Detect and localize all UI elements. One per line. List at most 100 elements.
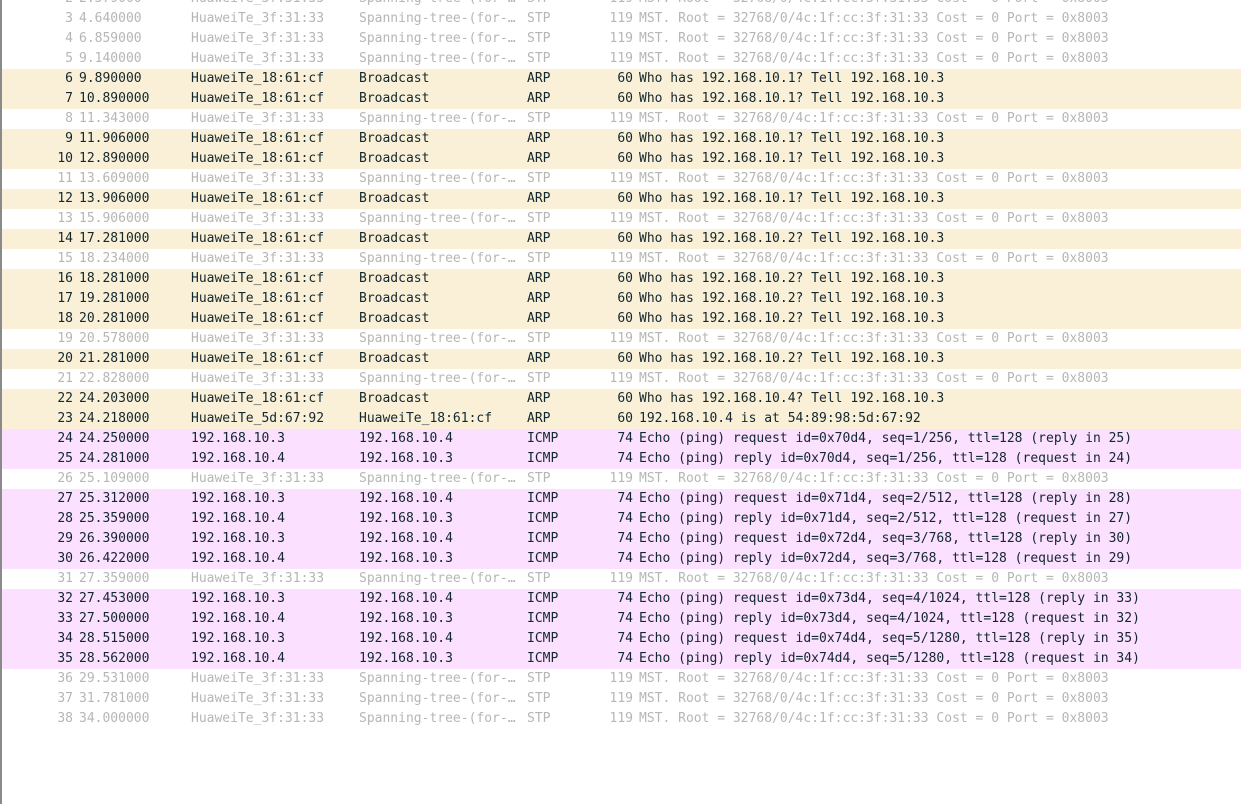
packet-time: 27.500000	[79, 611, 150, 626]
packet-length: 60	[617, 351, 633, 366]
packet-time: 29.531000	[79, 671, 150, 686]
packet-time: 24.203000	[79, 391, 150, 406]
packet-protocol: STP	[527, 711, 551, 726]
packet-protocol: STP	[527, 0, 587, 9]
packet-row[interactable]: 12 13.906000 HuaweiTe_18:61:cf Broadcast…	[2, 189, 1241, 209]
packet-row[interactable]: 17 19.281000 HuaweiTe_18:61:cf Broadcast…	[2, 289, 1241, 309]
packet-destination: Spanning-tree-(for-…	[359, 51, 516, 66]
packet-length: 119	[609, 11, 633, 26]
packet-number: 21	[57, 371, 73, 386]
packet-row[interactable]: 33 27.500000 192.168.10.4 192.168.10.3 I…	[2, 609, 1241, 629]
packet-number: 9	[65, 131, 73, 146]
packet-row[interactable]: 19 20.578000 HuaweiTe_3f:31:33 Spanning-…	[2, 329, 1241, 349]
packet-destination: 192.168.10.3	[359, 451, 453, 466]
packet-source: HuaweiTe_18:61:cf	[191, 91, 325, 106]
packet-row[interactable]: 20 21.281000 HuaweiTe_18:61:cf Broadcast…	[2, 349, 1241, 369]
packet-time: 21.281000	[79, 351, 150, 366]
packet-row[interactable]: 16 18.281000 HuaweiTe_18:61:cf Broadcast…	[2, 269, 1241, 289]
packet-row[interactable]: 26 25.109000 HuaweiTe_3f:31:33 Spanning-…	[2, 469, 1241, 489]
packet-source: HuaweiTe_3f:31:33	[191, 211, 325, 226]
packet-source: HuaweiTe_3f:31:33	[191, 0, 351, 9]
packet-source: HuaweiTe_3f:31:33	[191, 671, 325, 686]
packet-info: Who has 192.168.10.2? Tell 192.168.10.3	[639, 291, 945, 306]
packet-protocol: ARP	[527, 151, 551, 166]
packet-source: HuaweiTe_18:61:cf	[191, 231, 325, 246]
packet-info: Who has 192.168.10.2? Tell 192.168.10.3	[639, 271, 945, 286]
packet-time: 31.781000	[79, 691, 150, 706]
packet-row[interactable]: 21 22.828000 HuaweiTe_3f:31:33 Spanning-…	[2, 369, 1241, 389]
packet-time: 17.281000	[79, 231, 150, 246]
packet-time: 26.390000	[79, 531, 150, 546]
packet-number: 23	[57, 411, 73, 426]
packet-row[interactable]: 13 15.906000 HuaweiTe_3f:31:33 Spanning-…	[2, 209, 1241, 229]
packet-row[interactable]: 31 27.359000 HuaweiTe_3f:31:33 Spanning-…	[2, 569, 1241, 589]
packet-row[interactable]: 32 27.453000 192.168.10.3 192.168.10.4 I…	[2, 589, 1241, 609]
packet-info: Who has 192.168.10.2? Tell 192.168.10.3	[639, 351, 945, 366]
packet-info: MST. Root = 32768/0/4c:1f:cc:3f:31:33 Co…	[639, 11, 1109, 26]
packet-number: 32	[57, 591, 73, 606]
packet-row[interactable]: 34 28.515000 192.168.10.3 192.168.10.4 I…	[2, 629, 1241, 649]
packet-source: HuaweiTe_3f:31:33	[191, 31, 325, 46]
packet-destination: Spanning-tree-(for-…	[359, 571, 516, 586]
packet-protocol: ICMP	[527, 431, 559, 446]
packet-row[interactable]: 15 18.234000 HuaweiTe_3f:31:33 Spanning-…	[2, 249, 1241, 269]
packet-time: 11.906000	[79, 131, 150, 146]
packet-length: 60	[617, 151, 633, 166]
packet-protocol: STP	[527, 471, 551, 486]
packet-list[interactable]: 2 2.579000 HuaweiTe_3f:31:33 Spanning-tr…	[0, 0, 1241, 729]
packet-source: 192.168.10.4	[191, 611, 285, 626]
packet-destination: Broadcast	[359, 311, 430, 326]
packet-time: 4.640000	[79, 11, 142, 26]
packet-row[interactable]: 28 25.359000 192.168.10.4 192.168.10.3 I…	[2, 509, 1241, 529]
packet-info: MST. Root = 32768/0/4c:1f:cc:3f:31:33 Co…	[639, 331, 1109, 346]
packet-row[interactable]: 9 11.906000 HuaweiTe_18:61:cf Broadcast …	[2, 129, 1241, 149]
packet-length: 74	[617, 431, 633, 446]
packet-protocol: STP	[527, 691, 551, 706]
packet-source: HuaweiTe_3f:31:33	[191, 571, 325, 586]
packet-source: HuaweiTe_5d:67:92	[191, 411, 325, 426]
packet-source: 192.168.10.3	[191, 591, 285, 606]
packet-time: 19.281000	[79, 291, 150, 306]
packet-length: 74	[617, 551, 633, 566]
packet-destination: Spanning-tree-(for-…	[359, 251, 516, 266]
packet-row[interactable]: 23 24.218000 HuaweiTe_5d:67:92 HuaweiTe_…	[2, 409, 1241, 429]
packet-number: 27	[57, 491, 73, 506]
packet-number: 15	[57, 251, 73, 266]
packet-row[interactable]: 25 24.281000 192.168.10.4 192.168.10.3 I…	[2, 449, 1241, 469]
packet-row[interactable]: 5 9.140000 HuaweiTe_3f:31:33 Spanning-tr…	[2, 49, 1241, 69]
packet-row[interactable]: 4 6.859000 HuaweiTe_3f:31:33 Spanning-tr…	[2, 29, 1241, 49]
packet-row[interactable]: 30 26.422000 192.168.10.4 192.168.10.3 I…	[2, 549, 1241, 569]
packet-row[interactable]: 36 29.531000 HuaweiTe_3f:31:33 Spanning-…	[2, 669, 1241, 689]
packet-time: 10.890000	[79, 91, 150, 106]
packet-length: 119	[609, 331, 633, 346]
packet-row[interactable]: 22 24.203000 HuaweiTe_18:61:cf Broadcast…	[2, 389, 1241, 409]
packet-row[interactable]: 8 11.343000 HuaweiTe_3f:31:33 Spanning-t…	[2, 109, 1241, 129]
packet-row[interactable]: 3 4.640000 HuaweiTe_3f:31:33 Spanning-tr…	[2, 9, 1241, 29]
packet-protocol: ARP	[527, 231, 551, 246]
packet-row[interactable]: 10 12.890000 HuaweiTe_18:61:cf Broadcast…	[2, 149, 1241, 169]
packet-destination: Broadcast	[359, 231, 430, 246]
packet-row[interactable]: 7 10.890000 HuaweiTe_18:61:cf Broadcast …	[2, 89, 1241, 109]
packet-row[interactable]: 29 26.390000 192.168.10.3 192.168.10.4 I…	[2, 529, 1241, 549]
packet-destination: Broadcast	[359, 271, 430, 286]
packet-length: 60	[617, 91, 633, 106]
packet-row[interactable]: 38 34.000000 HuaweiTe_3f:31:33 Spanning-…	[2, 709, 1241, 729]
packet-row[interactable]: 18 20.281000 HuaweiTe_18:61:cf Broadcast…	[2, 309, 1241, 329]
packet-row[interactable]: 2 2.579000 HuaweiTe_3f:31:33 Spanning-tr…	[2, 0, 1241, 9]
packet-time: 9.140000	[79, 51, 142, 66]
packet-time: 18.234000	[79, 251, 150, 266]
packet-row[interactable]: 37 31.781000 HuaweiTe_3f:31:33 Spanning-…	[2, 689, 1241, 709]
packet-row[interactable]: 14 17.281000 HuaweiTe_18:61:cf Broadcast…	[2, 229, 1241, 249]
packet-row[interactable]: 24 24.250000 192.168.10.3 192.168.10.4 I…	[2, 429, 1241, 449]
packet-length: 74	[617, 591, 633, 606]
packet-row[interactable]: 27 25.312000 192.168.10.3 192.168.10.4 I…	[2, 489, 1241, 509]
packet-length: 74	[617, 451, 633, 466]
packet-source: HuaweiTe_3f:31:33	[191, 331, 325, 346]
packet-source: HuaweiTe_3f:31:33	[191, 371, 325, 386]
packet-row[interactable]: 11 13.609000 HuaweiTe_3f:31:33 Spanning-…	[2, 169, 1241, 189]
packet-source: HuaweiTe_18:61:cf	[191, 291, 325, 306]
packet-destination: Spanning-tree-(for-…	[359, 111, 516, 126]
packet-row[interactable]: 6 9.890000 HuaweiTe_18:61:cf Broadcast A…	[2, 69, 1241, 89]
packet-row[interactable]: 35 28.562000 192.168.10.4 192.168.10.3 I…	[2, 649, 1241, 669]
packet-length: 60	[617, 411, 633, 426]
